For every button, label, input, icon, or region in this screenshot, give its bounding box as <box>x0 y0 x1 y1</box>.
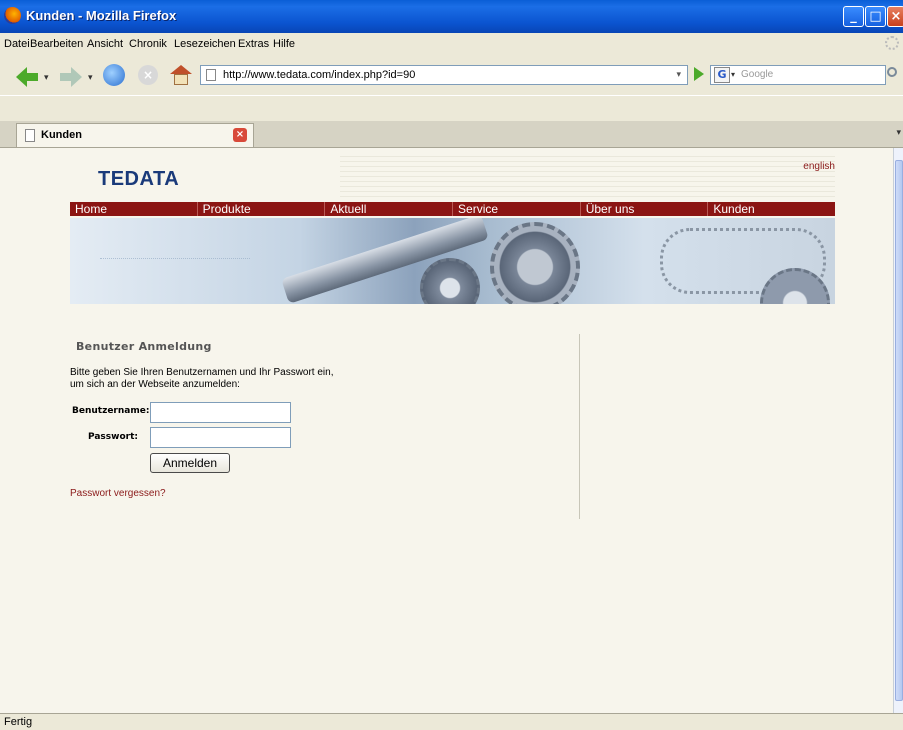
close-window-button[interactable]: × <box>887 6 903 27</box>
tab-label: Kunden <box>41 129 82 141</box>
instruction-line: Bitte geben Sie Ihren Benutzernamen und … <box>70 367 334 378</box>
window-titlebar: Kunden - Mozilla Firefox _ □ × <box>0 0 903 33</box>
back-history-dropdown-icon[interactable]: ▾ <box>44 73 49 83</box>
url-dropdown-icon[interactable]: ▾ <box>676 70 681 80</box>
tab-list-dropdown-icon[interactable]: ▾ <box>896 128 901 138</box>
header-banner-image <box>70 218 835 304</box>
site-logo[interactable]: TEDATA <box>98 168 179 191</box>
column-divider <box>579 334 580 519</box>
menu-chronik[interactable]: Chronik <box>129 38 167 50</box>
firefox-icon <box>4 7 21 24</box>
nav-produkte[interactable]: Produkte <box>196 202 325 216</box>
english-link[interactable]: english <box>803 161 835 172</box>
menu-bar: Datei Bearbeiten Ansicht Chronik Lesezei… <box>0 33 903 55</box>
window-title: Kunden - Mozilla Firefox <box>26 8 177 23</box>
url-text[interactable]: http://www.tedata.com/index.php?id=90 <box>223 69 415 81</box>
page-icon <box>206 69 216 81</box>
vertical-scrollbar[interactable] <box>893 148 903 713</box>
close-tab-icon[interactable]: × <box>233 128 247 142</box>
google-engine-icon[interactable]: G <box>714 67 730 83</box>
navigation-toolbar: ▾ ▾ × http://www.tedata.com/index.php?id… <box>0 55 903 95</box>
login-heading: Benutzer Anmeldung <box>76 340 212 353</box>
go-arrow-icon[interactable] <box>694 67 704 81</box>
username-label: Benutzername: <box>72 406 150 416</box>
login-instructions: Bitte geben Sie Ihren Benutzernamen und … <box>70 367 370 391</box>
forgot-password-link[interactable]: Passwort vergessen? <box>70 488 166 499</box>
forward-arrow-icon[interactable] <box>60 67 82 87</box>
site-header: TEDATA english <box>70 148 835 200</box>
back-arrow-icon[interactable] <box>16 67 38 87</box>
search-icon[interactable] <box>887 67 897 77</box>
gear-graphic <box>490 222 580 304</box>
instruction-line: um sich an der Webseite anzumelden: <box>70 379 240 390</box>
minimize-button[interactable]: _ <box>843 6 864 27</box>
menu-ansicht[interactable]: Ansicht <box>87 38 123 50</box>
bookmarks-toolbar <box>0 95 903 122</box>
page-icon <box>25 129 35 142</box>
username-input[interactable] <box>150 402 291 423</box>
nav-home[interactable]: Home <box>70 202 197 216</box>
header-decoration <box>340 152 835 198</box>
nav-aktuell[interactable]: Aktuell <box>324 202 452 216</box>
menu-hilfe[interactable]: Hilfe <box>273 38 295 50</box>
password-label: Passwort: <box>88 432 138 442</box>
tab-bar: Kunden × ▾ <box>0 121 903 148</box>
password-input[interactable] <box>150 427 291 448</box>
login-button[interactable]: Anmelden <box>150 453 230 473</box>
status-text: Fertig <box>4 716 33 728</box>
technical-sketch <box>100 258 250 299</box>
maximize-button[interactable]: □ <box>865 6 886 27</box>
status-bar: Fertig <box>0 713 903 730</box>
engine-dropdown-icon[interactable]: ▾ <box>731 70 735 79</box>
menu-lesezeichen[interactable]: Lesezeichen <box>174 38 236 50</box>
nav-ueber-uns[interactable]: Über uns <box>579 202 708 216</box>
scrollbar-thumb[interactable] <box>895 160 903 701</box>
menu-extras[interactable]: Extras <box>238 38 269 50</box>
forward-history-dropdown-icon[interactable]: ▾ <box>88 73 93 83</box>
url-bar[interactable]: http://www.tedata.com/index.php?id=90 ▾ <box>200 65 688 85</box>
menu-datei[interactable]: Datei <box>4 38 30 50</box>
reload-icon[interactable] <box>103 64 125 86</box>
stop-icon[interactable]: × <box>138 65 158 85</box>
page-content: TEDATA english Home Produkte Aktuell Ser… <box>0 148 893 713</box>
throbber-icon <box>885 36 899 50</box>
nav-service[interactable]: Service <box>452 202 580 216</box>
home-icon[interactable] <box>170 65 192 85</box>
tab-kunden[interactable]: Kunden × <box>16 123 254 147</box>
search-input[interactable]: Google <box>741 69 773 80</box>
nav-kunden[interactable]: Kunden <box>707 202 835 216</box>
menu-bearbeiten[interactable]: Bearbeiten <box>30 38 83 50</box>
gear-graphic <box>420 258 480 304</box>
site-nav: Home Produkte Aktuell Service Über uns K… <box>70 202 835 216</box>
search-bar[interactable]: G ▾ Google <box>710 65 886 85</box>
